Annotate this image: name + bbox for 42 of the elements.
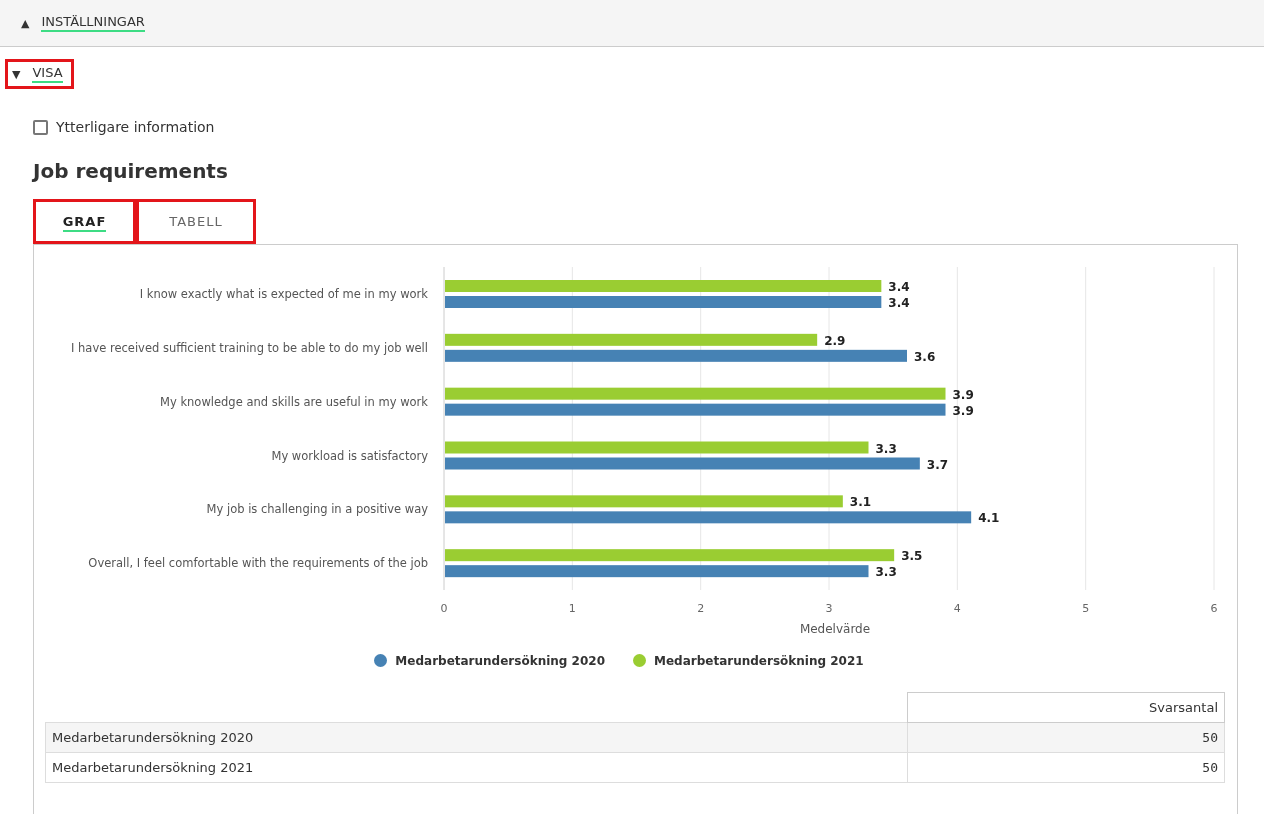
- table-cell: Medarbetarundersökning 2021: [45, 752, 908, 782]
- tick-label: 0: [440, 601, 448, 615]
- axis-title: Medelvärde: [799, 621, 871, 636]
- table-cell: 50: [907, 722, 1225, 752]
- show-toggle[interactable]: ▼ VISA: [5, 59, 74, 89]
- category-label: I know exactly what is expected of me in my work: [139, 286, 428, 301]
- category-label: My workload is satisfactory: [271, 448, 428, 462]
- value-label: 3.1: [849, 494, 872, 509]
- legend-item[interactable]: Medarbetarundersökning 2020: [374, 653, 605, 668]
- value-label: 3.9: [952, 403, 974, 418]
- value-label: 3.7: [926, 457, 949, 471]
- value-label: 4.1: [978, 510, 1000, 525]
- legend-item[interactable]: Medarbetarundersökning 2021: [633, 653, 864, 668]
- table-cell: 50: [907, 752, 1225, 782]
- tick-label: 2: [697, 601, 705, 615]
- value-label: 3.3: [875, 441, 897, 455]
- tick-label: 1: [568, 601, 576, 615]
- value-label: 3.9: [952, 387, 974, 402]
- value-label: 3.3: [875, 564, 897, 579]
- value-label: 3.6: [914, 349, 936, 364]
- column-header: Svarsantal: [907, 692, 1225, 722]
- value-label: 3.4: [888, 295, 910, 310]
- category-label: I have received sufficient training to be able to do my job well: [71, 340, 428, 355]
- section-heading: Job requirements: [33, 158, 229, 183]
- checkbox-label: Ytterligare information: [56, 119, 215, 135]
- tick-label: 6: [1210, 601, 1218, 615]
- settings-toggle[interactable]: ▲ INSTÄLLNINGAR: [14, 8, 156, 38]
- value-label: 3.4: [888, 279, 910, 294]
- table-cell: Medarbetarundersökning 2020: [45, 722, 908, 752]
- tab[interactable]: TABELL: [136, 198, 256, 244]
- category-label: Overall, I feel comfortable with the requirements of the job: [88, 555, 428, 570]
- tick-label: 5: [1082, 601, 1090, 615]
- tick-label: 4: [953, 601, 961, 615]
- value-label: 3.5: [901, 548, 923, 563]
- tick-label: 3: [825, 601, 833, 615]
- caret-icon: ▼: [12, 67, 21, 81]
- caret-icon: ▲: [21, 16, 30, 30]
- category-label: My job is challenging in a positive way: [206, 501, 428, 516]
- category-label: My knowledge and skills are useful in my work: [160, 394, 428, 409]
- value-label: 2.9: [824, 333, 846, 348]
- tab[interactable]: GRAF: [33, 198, 136, 244]
- checkbox[interactable]: [33, 119, 48, 135]
